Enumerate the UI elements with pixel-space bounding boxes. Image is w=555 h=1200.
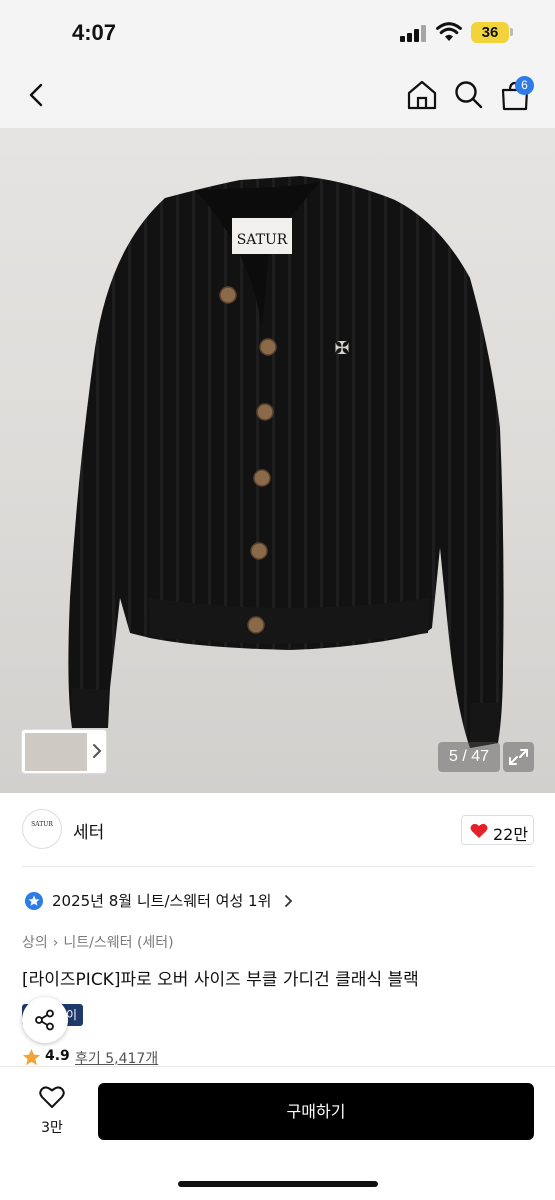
ranking-link[interactable]: 2025년 8월 니트/스웨터 여성 1위 — [52, 890, 271, 911]
status-time: 4:07 — [72, 20, 117, 45]
share-button[interactable] — [22, 997, 68, 1043]
garment-label-text: SATUR — [237, 232, 288, 248]
cardigan-illustration: SATUR ✠ — [68, 176, 504, 748]
thumbnail-image — [25, 733, 87, 771]
brand-logo[interactable]: SATUR — [22, 809, 62, 849]
battery-icon: 36 — [471, 22, 509, 43]
heart-outline-icon — [39, 1086, 65, 1108]
home-indicator — [178, 1181, 378, 1187]
chevron-right-icon — [93, 744, 102, 758]
star-icon — [22, 1048, 41, 1066]
wifi-icon — [436, 22, 462, 41]
heart-icon — [470, 823, 488, 838]
brand-like-button[interactable]: 22만 — [461, 815, 534, 845]
signal-icon — [400, 25, 428, 42]
home-icon[interactable] — [405, 78, 439, 112]
chevron-right-icon — [285, 895, 293, 907]
battery-tip — [510, 28, 513, 36]
brand-like-count: 22만 — [493, 825, 529, 844]
brand-name[interactable]: 세터 — [73, 818, 104, 843]
review-count-link[interactable]: 후기 5,417개 — [75, 1048, 158, 1068]
back-icon[interactable] — [20, 78, 54, 112]
breadcrumb-separator-icon: › — [52, 935, 59, 951]
product-title: [라이즈PICK]파로 오버 사이즈 부클 가디건 클래식 블랙 — [22, 970, 419, 990]
brand-logo-text: SATUR — [31, 821, 53, 828]
nav-bar — [0, 66, 555, 128]
rating-value: 4.9 — [45, 1048, 70, 1064]
image-counter: 5 / 47 — [438, 742, 500, 772]
svg-text:✠: ✠ — [334, 338, 349, 359]
expand-icon[interactable] — [503, 742, 534, 772]
buy-button[interactable]: 구매하기 — [98, 1083, 534, 1140]
cart-count-badge: 6 — [515, 76, 534, 95]
thumbnail-strip[interactable] — [21, 729, 107, 774]
breadcrumb-item[interactable]: 상의 — [22, 935, 48, 951]
divider — [22, 866, 534, 867]
wishlist-count: 3만 — [41, 1120, 63, 1136]
search-icon[interactable] — [452, 78, 486, 112]
status-bar: 4:07 36 — [0, 0, 555, 66]
share-icon — [35, 1009, 54, 1031]
wishlist-button[interactable]: 3만 — [28, 1083, 76, 1139]
breadcrumb: 상의 › 니트/스웨터 (세터) — [22, 932, 174, 952]
product-image[interactable]: SATUR ✠ — [0, 128, 555, 793]
breadcrumb-item[interactable]: 니트/스웨터 (세터) — [63, 935, 173, 951]
medal-icon — [25, 892, 43, 910]
